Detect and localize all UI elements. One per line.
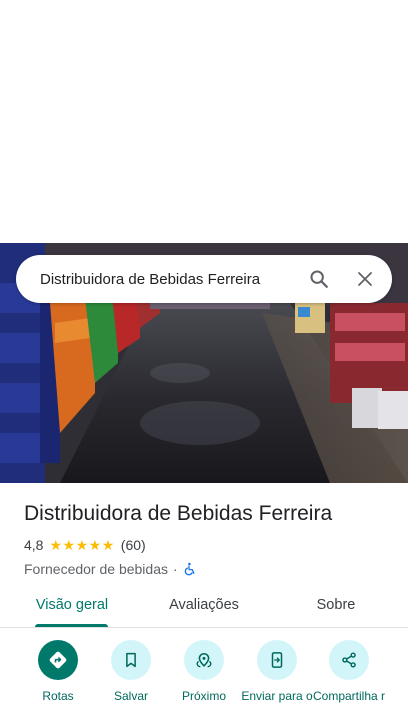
nearby-label: Próximo (181, 689, 226, 703)
star-icon: ★ (101, 537, 115, 553)
search-icon (310, 270, 328, 288)
review-count[interactable]: (60) (121, 537, 146, 553)
star-icon: ★ (88, 537, 102, 553)
save-button[interactable]: Salvar (94, 640, 168, 704)
place-title: Distribuidora de Bebidas Ferreira (24, 502, 333, 525)
share-icon (342, 652, 356, 668)
save-label: Salvar (113, 689, 148, 703)
action-buttons: Rotas Salvar Próximo Enviar para o Compa… (0, 640, 408, 726)
place-tabs: Visão geral Avaliações Sobre (0, 582, 408, 628)
close-icon (358, 272, 372, 286)
nearby-circle (184, 640, 224, 680)
tab-overview[interactable]: Visão geral (24, 582, 120, 627)
tab-reviews[interactable]: Avaliações (156, 582, 252, 627)
tab-about[interactable]: Sobre (296, 582, 376, 627)
star-icon: ★ (49, 537, 63, 553)
nearby-button[interactable]: Próximo (167, 640, 241, 704)
star-rating: ★ ★ ★ ★ ★ (49, 538, 114, 552)
place-category: Fornecedor de bebidas (24, 561, 168, 577)
search-bar[interactable]: Distribuidora de Bebidas Ferreira (16, 255, 392, 303)
send-to-phone-button[interactable]: Enviar para o (240, 640, 314, 704)
directions-label: Rotas (42, 689, 74, 703)
save-circle (111, 640, 151, 680)
search-button[interactable] (299, 259, 339, 299)
send-to-phone-label: Enviar para o (241, 689, 313, 703)
map-area-blank (0, 0, 408, 243)
send-to-phone-icon (271, 652, 283, 668)
bookmark-icon (126, 652, 136, 668)
category-row: Fornecedor de bebidas · (24, 560, 394, 578)
star-icon: ★ (62, 537, 76, 553)
directions-circle (38, 640, 78, 680)
directions-icon (49, 651, 67, 669)
rating-value: 4,8 (24, 537, 44, 553)
share-button[interactable]: Compartilha r (312, 640, 386, 704)
place-info: Distribuidora de Bebidas Ferreira 4,8 ★ … (24, 500, 394, 578)
rating-row[interactable]: 4,8 ★ ★ ★ ★ ★ (60) (24, 536, 394, 554)
star-icon: ★ (75, 537, 89, 553)
wheelchair-icon (184, 562, 195, 576)
clear-search-button[interactable] (345, 259, 385, 299)
search-query[interactable]: Distribuidora de Bebidas Ferreira (16, 271, 299, 288)
share-label: Compartilha r (312, 689, 386, 703)
send-to-phone-circle (257, 640, 297, 680)
active-tab-indicator (35, 624, 108, 627)
share-circle (329, 640, 369, 680)
separator-dot: · (173, 561, 178, 577)
directions-button[interactable]: Rotas (21, 640, 95, 704)
nearby-icon (196, 653, 212, 668)
